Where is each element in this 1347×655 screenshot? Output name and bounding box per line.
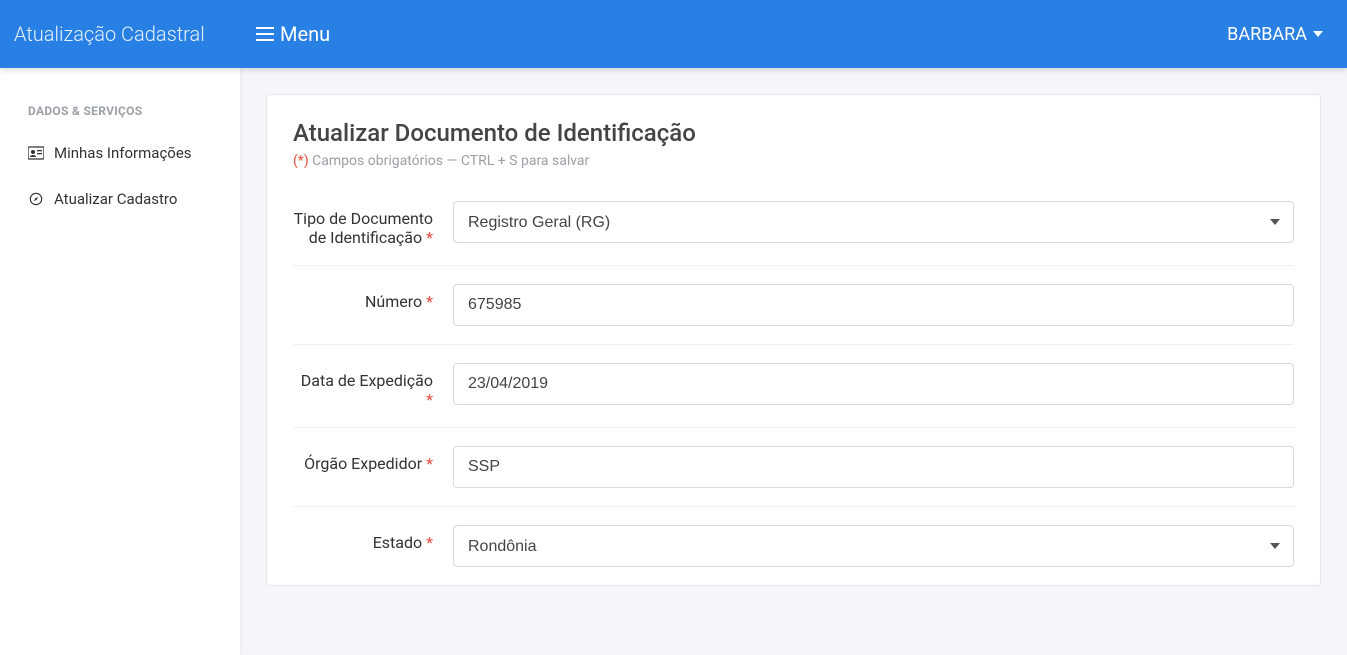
row-estado: Estado * Rondônia [293,507,1294,585]
id-card-icon [28,146,44,160]
row-data-expedicao: Data de Expedição * [293,345,1294,428]
hamburger-icon [256,27,274,41]
label-numero: Número * [293,284,453,311]
sidebar-item-atualizar-cadastro[interactable]: Atualizar Cadastro [0,176,240,222]
document-form: Tipo de Documento de Identificação * Reg… [293,183,1294,585]
label-orgao-expedidor: Órgão Expedidor * [293,446,453,473]
row-numero: Número * [293,266,1294,345]
compass-icon [28,192,44,206]
hint-text: Campos obrigatórios — CTRL + S para salv… [309,153,590,169]
label-estado: Estado * [293,525,453,552]
sidebar-item-minhas-informacoes[interactable]: Minhas Informações [0,130,240,176]
sidebar: DADOS & SERVIÇOS Minhas Informações Atua… [0,68,240,655]
user-menu-button[interactable]: BARBARA [1227,24,1323,45]
app-brand: Atualização Cadastral [0,0,240,68]
menu-toggle-label: Menu [280,22,330,46]
doc-type-select[interactable]: Registro Geral (RG) [453,201,1294,243]
data-expedicao-input[interactable] [453,363,1294,405]
estado-select[interactable]: Rondônia [453,525,1294,567]
label-data-expedicao: Data de Expedição * [293,363,453,409]
sidebar-section-heading: DADOS & SERVIÇOS [0,92,240,130]
row-doc-type: Tipo de Documento de Identificação * Reg… [293,183,1294,266]
menu-toggle-button[interactable]: Menu [256,22,330,46]
caret-down-icon [1313,31,1323,37]
main-content: Atualizar Documento de Identificação (*)… [240,68,1347,655]
user-name: BARBARA [1227,24,1307,45]
asterisk-icon: (*) [293,153,309,169]
form-card: Atualizar Documento de Identificação (*)… [266,94,1321,586]
orgao-expedidor-input[interactable] [453,446,1294,488]
required-hint: (*) Campos obrigatórios — CTRL + S para … [293,153,1294,169]
row-orgao-expedidor: Órgão Expedidor * [293,428,1294,507]
page-title: Atualizar Documento de Identificação [293,119,1294,147]
sidebar-item-label: Minhas Informações [54,144,192,162]
sidebar-item-label: Atualizar Cadastro [54,190,177,208]
top-bar: Atualização Cadastral Menu BARBARA [0,0,1347,68]
label-doc-type: Tipo de Documento de Identificação * [293,201,453,247]
numero-input[interactable] [453,284,1294,326]
